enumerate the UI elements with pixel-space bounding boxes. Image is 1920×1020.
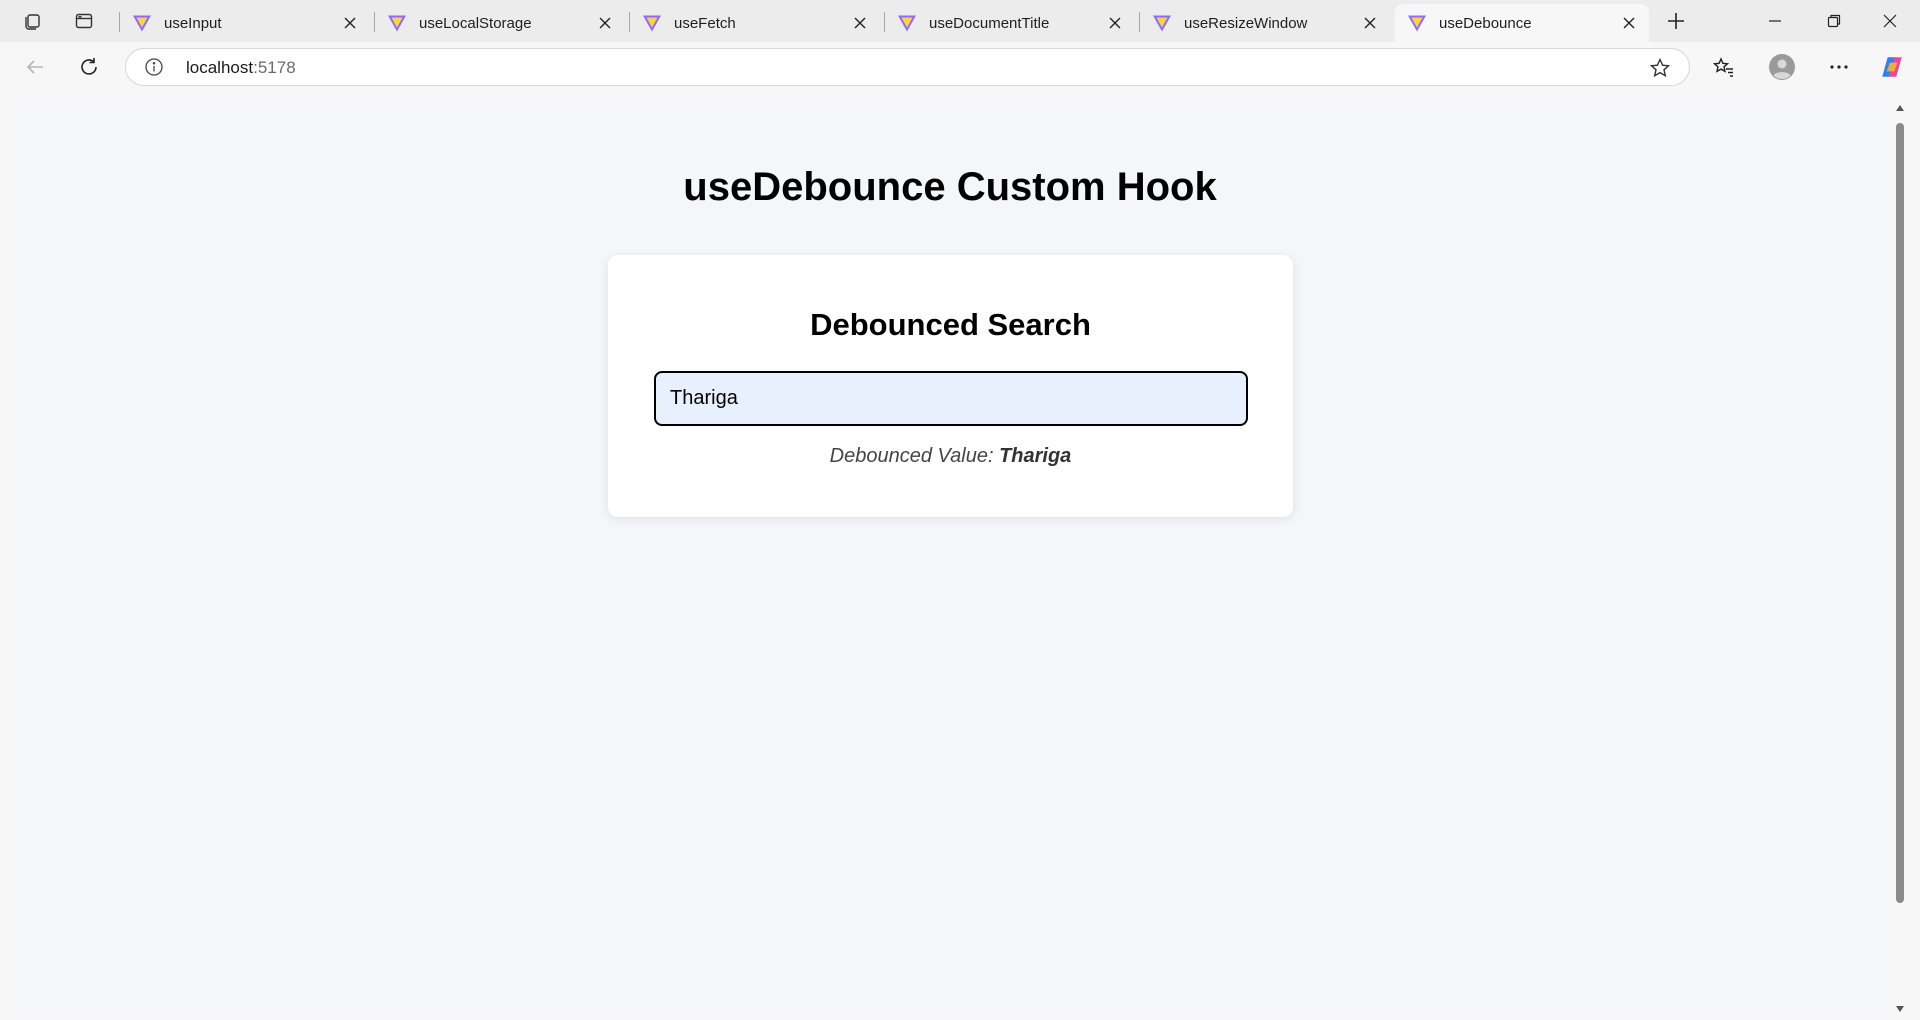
page-viewport: useDebounce Custom Hook Debounced Search… — [14, 103, 1886, 1017]
debounced-label: Debounced Value: — [829, 445, 1000, 467]
address-url[interactable]: localhost:5178 — [186, 58, 296, 78]
info-icon[interactable] — [144, 57, 164, 77]
tab-title: useInput — [164, 14, 222, 32]
tab-usedebounce[interactable]: useDebounce — [1395, 4, 1649, 42]
vite-favicon-icon — [1153, 15, 1171, 32]
browser-toolbar: localhost:5178 — [0, 42, 1920, 92]
restore-icon — [1827, 14, 1841, 28]
close-icon — [1109, 17, 1121, 29]
minimize-icon — [1769, 20, 1781, 22]
profile-button[interactable] — [1764, 49, 1800, 85]
vite-favicon-icon — [388, 15, 406, 32]
tab-title: useFetch — [674, 14, 736, 32]
tab-title: useDocumentTitle — [929, 14, 1050, 32]
minimize-button[interactable] — [1747, 0, 1803, 42]
tab-useinput[interactable]: useInput — [120, 4, 370, 42]
vite-favicon-icon — [1408, 15, 1426, 32]
tab-title: useLocalStorage — [419, 14, 532, 32]
tab-actions-icon — [75, 13, 93, 29]
window-close-icon — [1883, 14, 1897, 28]
refresh-icon — [81, 58, 97, 75]
close-icon — [344, 17, 356, 29]
tab-useresizewindow[interactable]: useResizeWindow — [1140, 4, 1390, 42]
tab-close-button[interactable] — [1619, 13, 1639, 33]
tab-title: useResizeWindow — [1184, 14, 1308, 32]
window-close-button[interactable] — [1862, 0, 1918, 42]
url-port: :5178 — [253, 58, 296, 77]
card-title: Debounced Search — [810, 307, 1091, 342]
copilot-icon — [1882, 57, 1902, 77]
close-icon — [1364, 17, 1376, 29]
profile-avatar-icon — [1769, 54, 1795, 80]
tab-close-button[interactable] — [1105, 13, 1125, 33]
scrollbar-thumb[interactable] — [1896, 123, 1904, 903]
vite-favicon-icon — [133, 15, 151, 32]
more-button[interactable] — [1821, 49, 1857, 85]
close-icon — [1623, 17, 1635, 29]
tab-usefetch[interactable]: useFetch — [630, 4, 880, 42]
workspaces-icon — [25, 14, 40, 30]
page-title: useDebounce Custom Hook — [683, 165, 1217, 209]
tab-usedocumenttitle[interactable]: useDocumentTitle — [885, 4, 1135, 42]
scroll-down-arrow-icon[interactable] — [1895, 1004, 1905, 1014]
debounced-value-text: Debounced Value: Thariga — [608, 445, 1293, 468]
new-tab-button[interactable] — [1658, 5, 1694, 37]
plus-icon — [1668, 13, 1684, 29]
tab-uselocalstorage[interactable]: useLocalStorage — [375, 4, 625, 42]
address-bar[interactable]: localhost:5178 — [125, 48, 1690, 86]
star-icon[interactable] — [1649, 57, 1671, 79]
restore-button[interactable] — [1806, 0, 1862, 42]
tab-actions-button[interactable] — [67, 5, 101, 37]
tab-close-button[interactable] — [595, 13, 615, 33]
tab-title: useDebounce — [1439, 14, 1532, 32]
workspaces-button[interactable] — [15, 5, 49, 37]
favorites-icon — [1713, 57, 1733, 77]
debounced-value: Thariga — [999, 445, 1072, 467]
vite-favicon-icon — [898, 15, 916, 32]
back-button[interactable] — [17, 49, 53, 85]
url-host: localhost — [186, 58, 254, 77]
back-arrow-icon — [26, 60, 43, 74]
copilot-button[interactable] — [1874, 49, 1910, 85]
favorites-button[interactable] — [1706, 49, 1742, 85]
tab-strip: useInput useLocalStorage useFetch useDoc… — [0, 0, 1920, 42]
vite-favicon-icon — [643, 15, 661, 32]
search-card: Debounced Search Debounced Value: Tharig… — [608, 255, 1293, 517]
tab-close-button[interactable] — [850, 13, 870, 33]
tab-close-button[interactable] — [1360, 13, 1380, 33]
refresh-button[interactable] — [71, 49, 107, 85]
search-input[interactable] — [654, 371, 1248, 426]
more-icon — [1830, 65, 1848, 69]
vertical-scrollbar[interactable] — [1888, 101, 1912, 1016]
close-icon — [599, 17, 611, 29]
scroll-up-arrow-icon[interactable] — [1895, 103, 1905, 113]
tab-close-button[interactable] — [340, 13, 360, 33]
close-icon — [854, 17, 866, 29]
